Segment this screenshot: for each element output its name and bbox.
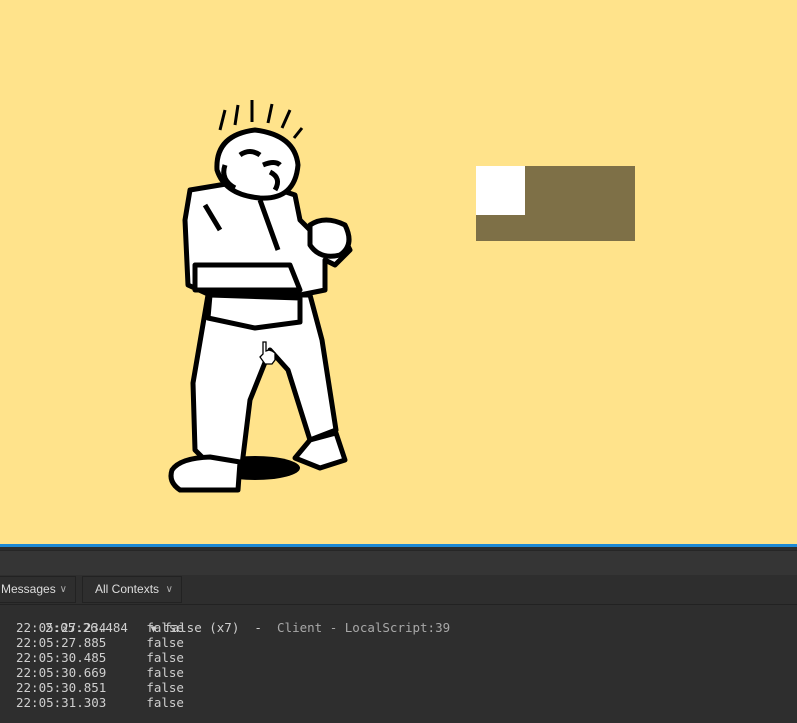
hand-cursor-icon [259, 341, 276, 365]
log-timestamp: 22:05:30.485 [16, 650, 107, 665]
log-entry[interactable]: 22:05:30.485 false [0, 650, 797, 665]
log-message: false [146, 680, 184, 695]
log-message: false [146, 620, 184, 635]
context-filter-dropdown[interactable]: All Contexts ∨ [82, 576, 182, 603]
output-panel-toolbar [0, 550, 797, 575]
log-entry[interactable]: 22:05:30.669 false [0, 665, 797, 680]
log-timestamp: 22:05:27.234 [16, 620, 107, 635]
chevron-down-icon: ∨ [59, 584, 67, 595]
message-filter-label: Messages [1, 582, 56, 596]
output-panel: Messages ∨ All Contexts ∨ 2:05:26.484 ▼ … [0, 547, 797, 723]
log-entry[interactable]: 22:05:27.885 false [0, 635, 797, 650]
separator: - [254, 620, 262, 635]
message-filter-dropdown[interactable]: Messages ∨ [0, 576, 76, 603]
log-source[interactable]: LocalScript:39 [345, 620, 450, 635]
log-context: Client [277, 620, 323, 635]
log-entry[interactable]: 22:05:31.303 false [0, 695, 797, 710]
log-group-row[interactable]: 2:05:26.484 ▼ false (x7) - Client - Loca… [0, 605, 797, 635]
context-filter-label: All Contexts [95, 582, 160, 596]
log-entry[interactable]: 22:05:30.851 false [0, 680, 797, 695]
progress-bar [476, 166, 635, 241]
game-viewport[interactable] [0, 0, 797, 544]
log-message: false [146, 665, 184, 680]
log-timestamp: 22:05:30.669 [16, 665, 107, 680]
karate-fighter-sprite[interactable] [160, 100, 360, 500]
log-timestamp: 22:05:27.885 [16, 635, 107, 650]
output-log[interactable]: 2:05:26.484 ▼ false (x7) - Client - Loca… [0, 604, 797, 710]
progress-bar-fill [476, 166, 526, 215]
log-message: false [146, 695, 184, 710]
chevron-down-icon: ∨ [165, 584, 173, 595]
log-message: false [146, 650, 184, 665]
log-timestamp: 22:05:31.303 [16, 695, 107, 710]
log-timestamp: 22:05:30.851 [16, 680, 107, 695]
log-message: false [146, 635, 184, 650]
